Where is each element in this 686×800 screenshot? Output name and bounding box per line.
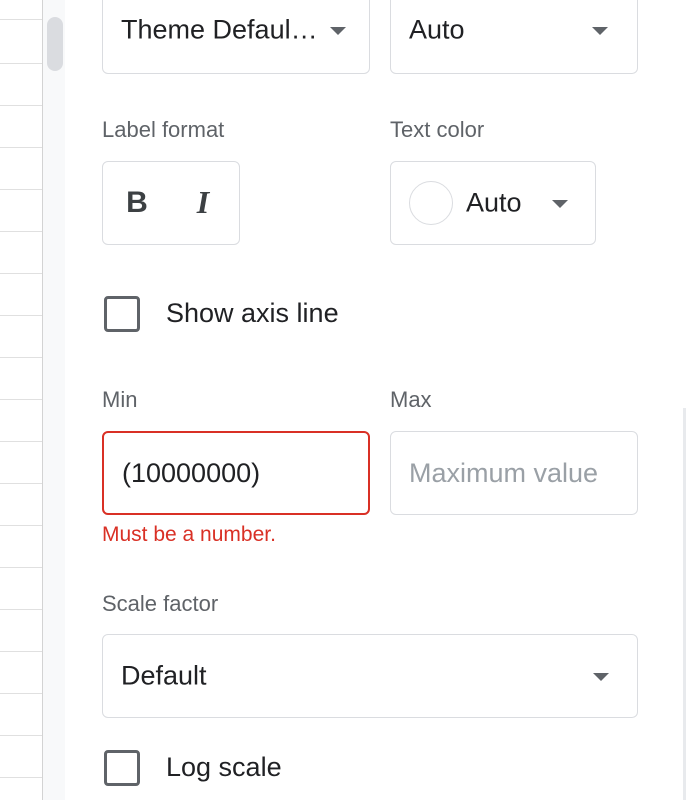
text-color-select[interactable]: Auto [390, 161, 596, 245]
label-format-group: B I [102, 161, 240, 245]
scale-factor-value: Default [121, 660, 207, 691]
min-value-input[interactable] [102, 431, 370, 515]
scale-factor-label: Scale factor [102, 591, 219, 616]
max-value-input[interactable] [390, 431, 638, 515]
italic-icon: I [196, 184, 210, 220]
font-select-value: Theme Defaul… [121, 14, 318, 45]
log-scale-checkbox[interactable] [104, 750, 140, 786]
text-color-label: Text color [390, 117, 485, 142]
font-size-select-value: Auto [409, 14, 465, 45]
show-axis-line-checkbox[interactable] [104, 296, 140, 332]
chevron-down-icon [552, 200, 568, 208]
chevron-down-icon [330, 27, 346, 35]
bold-icon: B [126, 185, 148, 219]
min-label: Min [102, 387, 138, 412]
font-select[interactable]: Theme Defaul… [102, 0, 370, 74]
color-swatch-icon [409, 181, 453, 225]
bold-button[interactable]: B [107, 162, 167, 243]
text-color-value: Auto [466, 187, 522, 218]
show-axis-line-label[interactable]: Show axis line [166, 298, 339, 329]
chevron-down-icon [592, 27, 608, 35]
chart-editor-panel: Theme Defaul… Auto Label format B I Text… [0, 0, 686, 800]
label-format-label: Label format [102, 117, 225, 142]
max-label: Max [390, 387, 432, 412]
font-size-select[interactable]: Auto [390, 0, 638, 74]
panel-scrollbar-track[interactable] [43, 0, 65, 800]
spreadsheet-grid-edge [0, 0, 43, 800]
italic-button[interactable]: I [173, 162, 233, 243]
panel-scrollbar-thumb[interactable] [47, 17, 63, 71]
log-scale-label[interactable]: Log scale [166, 752, 282, 783]
chevron-down-icon [593, 673, 609, 681]
scale-factor-select[interactable]: Default [102, 634, 638, 718]
min-error-message: Must be a number. [102, 523, 276, 546]
